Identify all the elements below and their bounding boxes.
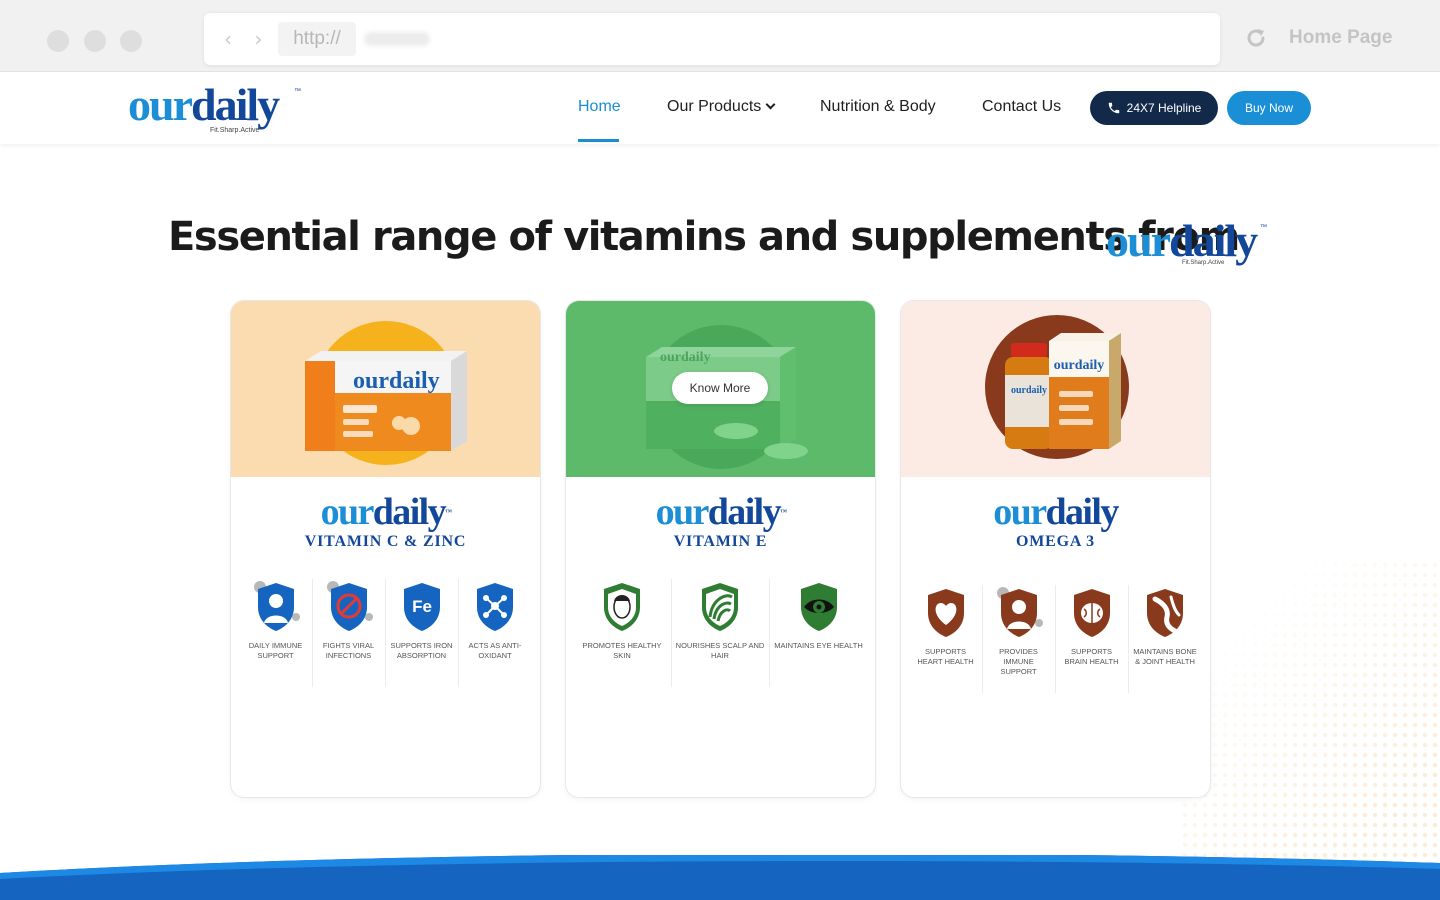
benefit-label: ACTS AS ANTI-OXIDANT [468, 641, 522, 660]
card-logo-our: our [993, 491, 1047, 533]
benefit-label: SUPPORTS BRAIN HEALTH [1064, 647, 1119, 666]
benefit-list: DAILY IMMUNE SUPPORT FIGHTS VIRAL INFECT… [231, 579, 540, 687]
benefit-item: SUPPORTS HEART HEALTH [910, 585, 983, 693]
benefit-label: SUPPORTS HEART HEALTH [917, 647, 974, 666]
product-variant-name: VITAMIN C & ZINC [304, 533, 467, 550]
chevron-down-icon [765, 99, 776, 110]
nav-our-products[interactable]: Our Products [667, 98, 776, 116]
benefit-label: MAINTAINS EYE HEALTH [774, 641, 863, 650]
benefit-list: SUPPORTS HEART HEALTH PROVIDES IMMUNE SU… [901, 585, 1210, 693]
logo-trademark: ™ [294, 88, 301, 95]
product-variant-name: VITAMIN E [673, 533, 768, 550]
card-logo-tm: ™ [445, 508, 452, 516]
joint-shield-icon [1147, 589, 1183, 637]
address-bar[interactable]: ‹ › http:// [204, 13, 1220, 65]
benefit-item: FIGHTS VIRAL INFECTIONS [313, 579, 386, 687]
benefit-label: MAINTAINS BONE & JOINT HEALTH [1133, 647, 1197, 666]
window-close-dot[interactable] [47, 30, 69, 52]
benefit-item: DAILY IMMUNE SUPPORT [240, 579, 313, 687]
phone-icon [1108, 102, 1119, 114]
benefit-item: Fe SUPPORTS IRON ABSORPTION [386, 579, 459, 687]
benefit-label: PROVIDES IMMUNE SUPPORT [999, 647, 1038, 676]
svg-text:Fe: Fe [412, 597, 432, 616]
window-maximize-dot[interactable] [120, 30, 142, 52]
card-logo-daily: daily [372, 491, 447, 533]
card-logo-our: our [320, 491, 375, 533]
brand-logo[interactable]: ourdaily ™ Fit.Sharp.Active [128, 80, 303, 136]
nav-our-products-label: Our Products [667, 98, 762, 115]
benefit-item: PROMOTES HEALTHY SKIN [574, 579, 672, 687]
vitamin-c-pack-illustration: ourdaily [305, 321, 467, 465]
product-card-omega-3[interactable]: ourdaily ourdaily ourdaily OMEGA 3 SUPPO… [900, 300, 1211, 798]
svg-text:ourdaily: ourdaily [1054, 358, 1105, 373]
benefit-item: MAINTAINS EYE HEALTH [770, 579, 868, 687]
hero-title: Essential range of vitamins and suppleme… [168, 214, 1240, 260]
card-logo-daily: daily [1045, 491, 1119, 533]
url-blurred [364, 32, 430, 46]
url-protocol: http:// [278, 22, 356, 56]
person-shield-icon [253, 581, 300, 631]
brain-shield-icon [1073, 589, 1110, 637]
card-brand-block: ourdaily™ VITAMIN E [566, 491, 875, 551]
product-variant-name: OMEGA 3 [1016, 533, 1095, 550]
face-shield-icon [604, 583, 640, 631]
logo-our: our [128, 79, 193, 130]
product-image-vitamin-e: ourdaily Know More [566, 301, 875, 477]
helpline-label: 24X7 Helpline [1126, 101, 1202, 115]
benefit-item: NOURISHES SCALP AND HAIR [672, 579, 770, 687]
benefit-item: MAINTAINS BONE & JOINT HEALTH [1129, 585, 1202, 693]
nav-active-indicator [578, 139, 619, 142]
card-logo-tm: ™ [780, 508, 787, 516]
halftone-decoration [1180, 560, 1440, 860]
reload-icon[interactable] [1244, 26, 1268, 50]
hero-logo-trademark: ™ [1260, 224, 1267, 231]
logo-tagline: Fit.Sharp.Active [210, 127, 260, 134]
back-forward-icon[interactable]: ‹ › [224, 27, 270, 51]
product-card-vitamin-c-zinc[interactable]: ourdaily ourdaily™ VITAMIN C & ZINC DAIL… [230, 300, 541, 798]
benefit-list: PROMOTES HEALTHY SKIN NOURISHES SCALP AN… [566, 579, 875, 687]
heart-shield-icon [927, 589, 964, 637]
benefit-label: DAILY IMMUNE SUPPORT [248, 641, 303, 660]
benefit-item: SUPPORTS BRAIN HEALTH [1056, 585, 1129, 693]
svg-text:ourdaily: ourdaily [660, 350, 711, 365]
benefit-label: NOURISHES SCALP AND HAIR [675, 641, 765, 660]
card-logo-our: our [655, 491, 710, 533]
hero-logo-our: our [1106, 215, 1171, 266]
benefit-item: ACTS AS ANTI-OXIDANT [459, 579, 532, 687]
fe-shield-icon: Fe [403, 583, 440, 631]
virus-shield-icon [326, 581, 373, 631]
benefit-label: PROMOTES HEALTHY SKIN [582, 641, 662, 660]
nav-home[interactable]: Home [578, 98, 621, 116]
footer-wave [0, 855, 1440, 900]
browser-chrome: ‹ › http:// Home Page [0, 0, 1440, 72]
know-more-button[interactable]: Know More [672, 372, 768, 404]
buy-now-button[interactable]: Buy Now [1227, 91, 1311, 125]
hero-brand-logo: ourdaily ™ Fit.Sharp.Active [1106, 216, 1268, 268]
hair-shield-icon [702, 583, 738, 631]
window-minimize-dot[interactable] [84, 30, 106, 52]
product-image-omega-3: ourdaily ourdaily [901, 301, 1210, 477]
card-brand-block: ourdaily OMEGA 3 [901, 491, 1210, 551]
page-tab-title: Home Page [1289, 27, 1393, 48]
nav-contact-us[interactable]: Contact Us [982, 98, 1061, 116]
benefit-label: FIGHTS VIRAL INFECTIONS [322, 641, 375, 660]
omega-3-pack-illustration: ourdaily ourdaily [985, 315, 1129, 459]
site-header: ourdaily ™ Fit.Sharp.Active Home Our Pro… [0, 72, 1440, 144]
hero-logo-tagline: Fit.Sharp.Active [1182, 260, 1225, 266]
molecule-shield-icon [477, 583, 513, 631]
benefit-label: SUPPORTS IRON ABSORPTION [390, 641, 453, 660]
product-card-vitamin-e[interactable]: ourdaily Know More ourdaily™ VITAMIN E P… [565, 300, 876, 798]
helpline-button[interactable]: 24X7 Helpline [1090, 91, 1218, 125]
card-logo-daily: daily [707, 491, 782, 533]
eye-shield-icon [800, 583, 837, 631]
logo-daily: daily [191, 79, 280, 130]
hero-logo-daily: daily [1169, 215, 1258, 266]
card-brand-block: ourdaily™ VITAMIN C & ZINC [231, 491, 540, 551]
benefit-item: PROVIDES IMMUNE SUPPORT [983, 585, 1056, 693]
product-image-vitamin-c-zinc: ourdaily [231, 301, 540, 477]
svg-text:ourdaily: ourdaily [353, 368, 440, 394]
svg-text:ourdaily: ourdaily [1011, 385, 1047, 396]
immune-shield-icon [996, 587, 1043, 637]
nav-nutrition-body[interactable]: Nutrition & Body [820, 98, 936, 116]
